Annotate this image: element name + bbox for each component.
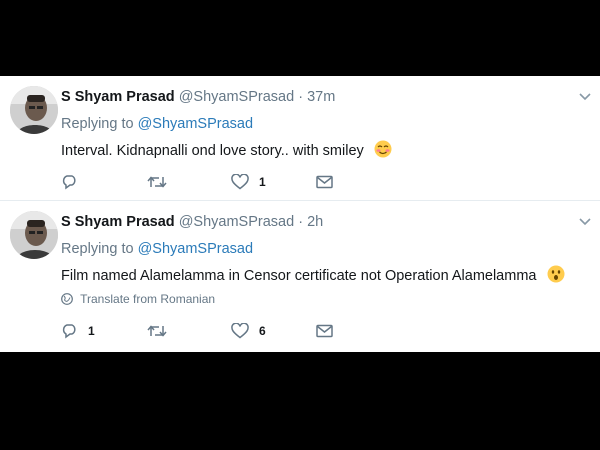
tweet-header: S Shyam Prasad @ShyamSPrasad · 37m bbox=[61, 89, 335, 105]
reply-button[interactable] bbox=[61, 172, 78, 192]
tweet-text-content: Film named Alamelamma in Censor certific… bbox=[61, 268, 537, 284]
replying-mention[interactable]: @ShyamSPrasad bbox=[138, 241, 253, 257]
tweet-actions: 1 bbox=[61, 172, 361, 192]
display-name[interactable]: S Shyam Prasad bbox=[61, 214, 175, 230]
reply-count: 1 bbox=[88, 324, 95, 338]
retweet-button[interactable] bbox=[147, 321, 167, 341]
heart-icon bbox=[231, 323, 249, 339]
tweet[interactable]: S Shyam Prasad @ShyamSPrasad · 37m Reply… bbox=[0, 76, 600, 200]
like-button[interactable]: 6 bbox=[231, 321, 266, 341]
globe-icon bbox=[61, 293, 73, 305]
tweet-header: S Shyam Prasad @ShyamSPrasad · 2h bbox=[61, 214, 323, 230]
heart-icon bbox=[231, 174, 249, 190]
replying-prefix: Replying to bbox=[61, 116, 134, 132]
like-count: 1 bbox=[259, 175, 266, 189]
direct-message-button[interactable] bbox=[316, 172, 333, 192]
astonished-emoji-icon bbox=[547, 265, 565, 283]
reply-icon bbox=[62, 175, 76, 190]
translate-label[interactable]: Translate from Romanian bbox=[80, 292, 215, 306]
timestamp[interactable]: 2h bbox=[307, 214, 323, 230]
avatar[interactable] bbox=[10, 86, 58, 134]
envelope-icon bbox=[316, 175, 333, 189]
tweet-text: Film named Alamelamma in Censor certific… bbox=[61, 265, 565, 284]
envelope-icon bbox=[316, 324, 333, 338]
replying-to: Replying to @ShyamSPrasad bbox=[61, 116, 253, 132]
blush-emoji-icon bbox=[374, 140, 392, 158]
separator: · bbox=[298, 89, 304, 105]
chevron-down-icon[interactable] bbox=[578, 217, 592, 227]
tweet-actions: 1 6 bbox=[61, 321, 361, 341]
reply-icon bbox=[62, 324, 76, 339]
tweet-text-content: Interval. Kidnapnalli ond love story.. w… bbox=[61, 143, 364, 159]
retweet-icon bbox=[147, 176, 167, 188]
translate-link[interactable]: Translate from Romanian bbox=[61, 292, 215, 306]
replying-mention[interactable]: @ShyamSPrasad bbox=[138, 116, 253, 132]
like-count: 6 bbox=[259, 324, 266, 338]
display-name[interactable]: S Shyam Prasad bbox=[61, 89, 175, 105]
retweet-button[interactable] bbox=[147, 172, 167, 192]
timestamp[interactable]: 37m bbox=[307, 89, 335, 105]
replying-to: Replying to @ShyamSPrasad bbox=[61, 241, 253, 257]
avatar[interactable] bbox=[10, 211, 58, 259]
reply-button[interactable]: 1 bbox=[61, 321, 95, 341]
chevron-down-icon[interactable] bbox=[578, 92, 592, 102]
direct-message-button[interactable] bbox=[316, 321, 333, 341]
separator: · bbox=[298, 214, 304, 230]
user-handle[interactable]: @ShyamSPrasad bbox=[179, 89, 294, 105]
like-button[interactable]: 1 bbox=[231, 172, 266, 192]
tweet-feed: S Shyam Prasad @ShyamSPrasad · 37m Reply… bbox=[0, 76, 600, 352]
retweet-icon bbox=[147, 325, 167, 337]
replying-prefix: Replying to bbox=[61, 241, 134, 257]
tweet[interactable]: S Shyam Prasad @ShyamSPrasad · 2h Replyi… bbox=[0, 201, 600, 352]
tweet-text: Interval. Kidnapnalli ond love story.. w… bbox=[61, 140, 392, 159]
user-handle[interactable]: @ShyamSPrasad bbox=[179, 214, 294, 230]
